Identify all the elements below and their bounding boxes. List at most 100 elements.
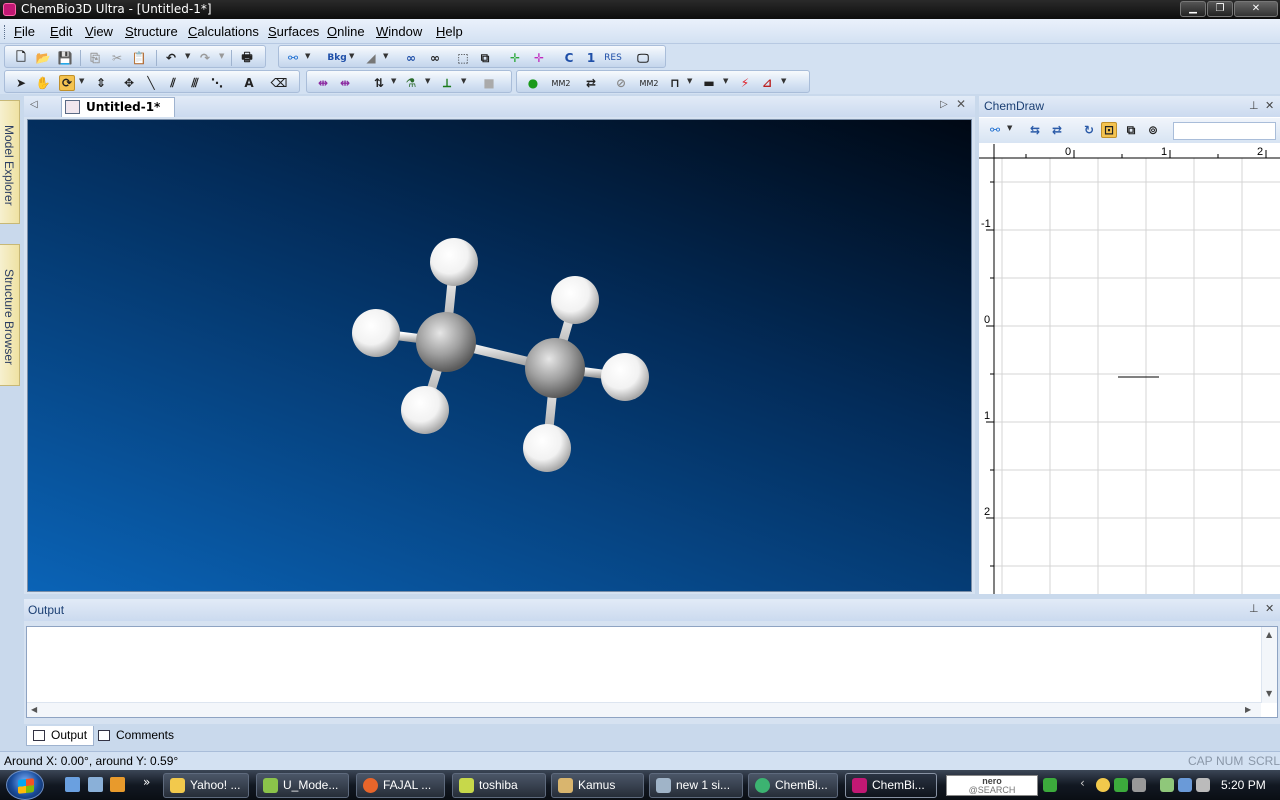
undo-icon[interactable]: ↶ xyxy=(163,50,179,66)
residue-label-button[interactable]: RES xyxy=(604,50,622,66)
antivirus-tray-icon[interactable] xyxy=(1114,778,1128,792)
undo-dropdown-icon[interactable]: ▼ xyxy=(185,52,190,60)
menu-calculations[interactable]: Calculations xyxy=(188,24,259,39)
chemdraw-canvas[interactable]: 0 1 2 -1 0 1 2 xyxy=(979,144,1280,594)
close-document-icon[interactable]: ✕ xyxy=(956,97,966,111)
media-player-icon[interactable] xyxy=(110,777,125,792)
element-symbol-button[interactable]: C xyxy=(561,50,577,66)
triple-bond-icon[interactable]: ⫻ xyxy=(187,75,203,91)
surface-dropdown-icon[interactable]: ▼ xyxy=(383,52,388,60)
dynamics-icon[interactable]: ⇄ xyxy=(583,75,599,91)
output-pin-icon[interactable]: ⊥ xyxy=(1249,602,1259,615)
chart-dropdown-icon[interactable]: ▼ xyxy=(687,77,692,85)
molecule-view[interactable] xyxy=(28,120,972,592)
lightning-icon[interactable]: ⚡ xyxy=(737,75,753,91)
monitor-icon[interactable]: 🖵 xyxy=(635,50,651,66)
redo-icon[interactable]: ↷ xyxy=(197,50,213,66)
copy-structure-icon[interactable]: ⧉ xyxy=(1123,122,1139,138)
menu-online[interactable]: Online xyxy=(327,24,365,39)
taskbar-item-firefox[interactable]: FAJAL ... xyxy=(356,773,445,798)
align-icon[interactable]: ⇅ xyxy=(371,75,387,91)
distance-icon[interactable]: ▬ xyxy=(701,75,717,91)
taskbar-item-toshiba[interactable]: toshiba xyxy=(452,773,546,798)
mirror-icon[interactable]: ⇹ xyxy=(315,75,331,91)
cut-icon[interactable]: ✂ xyxy=(109,50,125,66)
menu-window[interactable]: Window xyxy=(376,24,422,39)
dock-icon[interactable]: ⚗ xyxy=(403,75,419,91)
hand-icon[interactable]: ✋ xyxy=(35,75,51,91)
model-display-icon[interactable]: ⚯ xyxy=(285,50,301,66)
scroll-left-icon[interactable]: ◁ xyxy=(30,99,38,110)
chemdraw-mode-dropdown-icon[interactable]: ▼ xyxy=(1007,124,1012,132)
double-bond-icon[interactable]: ⫽ xyxy=(165,75,181,91)
taskbar-item-umode[interactable]: U_Mode... xyxy=(256,773,349,798)
network-tray-icon[interactable] xyxy=(1132,778,1146,792)
show-h-icon[interactable]: ✛ xyxy=(507,50,523,66)
show-desktop-icon[interactable] xyxy=(65,777,80,792)
pin-icon[interactable]: ⊥ xyxy=(1249,99,1259,112)
taskbar-item-chembiodraw[interactable]: ChemBi... xyxy=(748,773,838,798)
print-icon[interactable]: 🖶 xyxy=(239,50,255,66)
taskbar-item-kamus[interactable]: Kamus xyxy=(551,773,644,798)
run-icon[interactable]: ● xyxy=(525,75,541,91)
tab-untitled-1[interactable]: Untitled-1* xyxy=(61,97,175,117)
connection-tray-icon[interactable] xyxy=(1178,778,1192,792)
move-icon[interactable]: ✥ xyxy=(121,75,137,91)
name-structure-icon[interactable]: ⊚ xyxy=(1145,122,1161,138)
switch-windows-icon[interactable] xyxy=(88,777,103,792)
menu-structure[interactable]: Structure xyxy=(125,24,178,39)
scroll-left-icon[interactable]: ◀ xyxy=(31,705,37,714)
copy-icon[interactable]: ⎘ xyxy=(87,50,103,66)
stereo-view-icon[interactable]: ∞ xyxy=(403,50,419,66)
tab-model-explorer[interactable]: Model Explorer xyxy=(0,100,20,224)
serial-number-button[interactable]: 1 xyxy=(583,50,599,66)
scroll-up-icon[interactable]: ▲ xyxy=(1266,630,1272,639)
dock-dropdown-icon[interactable]: ▼ xyxy=(425,77,430,85)
sync-from-model-icon[interactable]: ⇄ xyxy=(1049,122,1065,138)
select-arrow-icon[interactable]: ➤ xyxy=(13,75,29,91)
tab-output[interactable]: Output xyxy=(26,726,95,746)
restore-button[interactable]: ❐ xyxy=(1207,1,1233,17)
surface-icon[interactable]: ◢ xyxy=(363,50,379,66)
save-icon[interactable]: 💾 xyxy=(57,50,73,66)
single-bond-icon[interactable]: ╲ xyxy=(143,75,159,91)
scroll-right-icon[interactable]: ▶ xyxy=(1245,705,1251,714)
menu-edit[interactable]: Edit xyxy=(50,24,72,39)
model-display-dropdown-icon[interactable]: ▼ xyxy=(305,52,310,60)
cancel-calc-icon[interactable]: ⊘ xyxy=(613,75,629,91)
paste-icon[interactable]: 📋 xyxy=(131,50,147,66)
quicklaunch-more-icon[interactable]: » xyxy=(143,775,150,789)
measure-icon[interactable]: ⟂ xyxy=(439,75,455,91)
new-file-icon[interactable]: 🗋 xyxy=(13,50,29,66)
close-panel-icon[interactable]: ✕ xyxy=(1265,99,1274,112)
mm2-calc-button[interactable]: MM2 xyxy=(640,75,659,91)
messenger-tray-icon[interactable] xyxy=(1096,778,1110,792)
battery-tray-icon[interactable] xyxy=(1160,778,1174,792)
tab-comments[interactable]: Comments xyxy=(92,726,180,746)
rotate-icon[interactable]: ⟳ xyxy=(59,75,75,91)
invert-icon[interactable]: ⇹ xyxy=(337,75,353,91)
rotate-dropdown-icon[interactable]: ▼ xyxy=(79,77,84,85)
minimize-button[interactable]: ▁ xyxy=(1180,1,1206,17)
chemdraw-name-input[interactable] xyxy=(1173,122,1276,140)
stop-icon[interactable]: ■ xyxy=(481,75,497,91)
depth-fade-icon[interactable]: ⧉ xyxy=(477,50,493,66)
scroll-right-icon[interactable]: ▷ xyxy=(940,99,948,110)
go-arrow-icon[interactable] xyxy=(1043,778,1057,792)
open-folder-icon[interactable]: 📂 xyxy=(35,50,51,66)
output-close-icon[interactable]: ✕ xyxy=(1265,602,1274,615)
output-text-area[interactable]: ▲ ▼ ◀ ▶ xyxy=(26,626,1278,718)
trackball-icon[interactable]: ⇕ xyxy=(93,75,109,91)
menu-view[interactable]: View xyxy=(85,24,113,39)
taskbar-item-yahoo[interactable]: Yahoo! ... xyxy=(163,773,249,798)
model-viewport[interactable] xyxy=(27,119,972,592)
sync-lock-icon[interactable]: ⊡ xyxy=(1101,122,1117,138)
close-button[interactable]: ✕ xyxy=(1234,1,1278,17)
menubar-grip[interactable] xyxy=(4,25,7,39)
menu-surfaces[interactable]: Surfaces xyxy=(268,24,319,39)
start-button[interactable] xyxy=(6,770,44,800)
eraser-icon[interactable]: ⌫ xyxy=(271,75,288,91)
chart-icon[interactable]: ⊓ xyxy=(667,75,683,91)
tray-expand-icon[interactable]: ‹ xyxy=(1080,776,1085,790)
nero-search-box[interactable]: nero @SEARCH xyxy=(946,775,1038,796)
